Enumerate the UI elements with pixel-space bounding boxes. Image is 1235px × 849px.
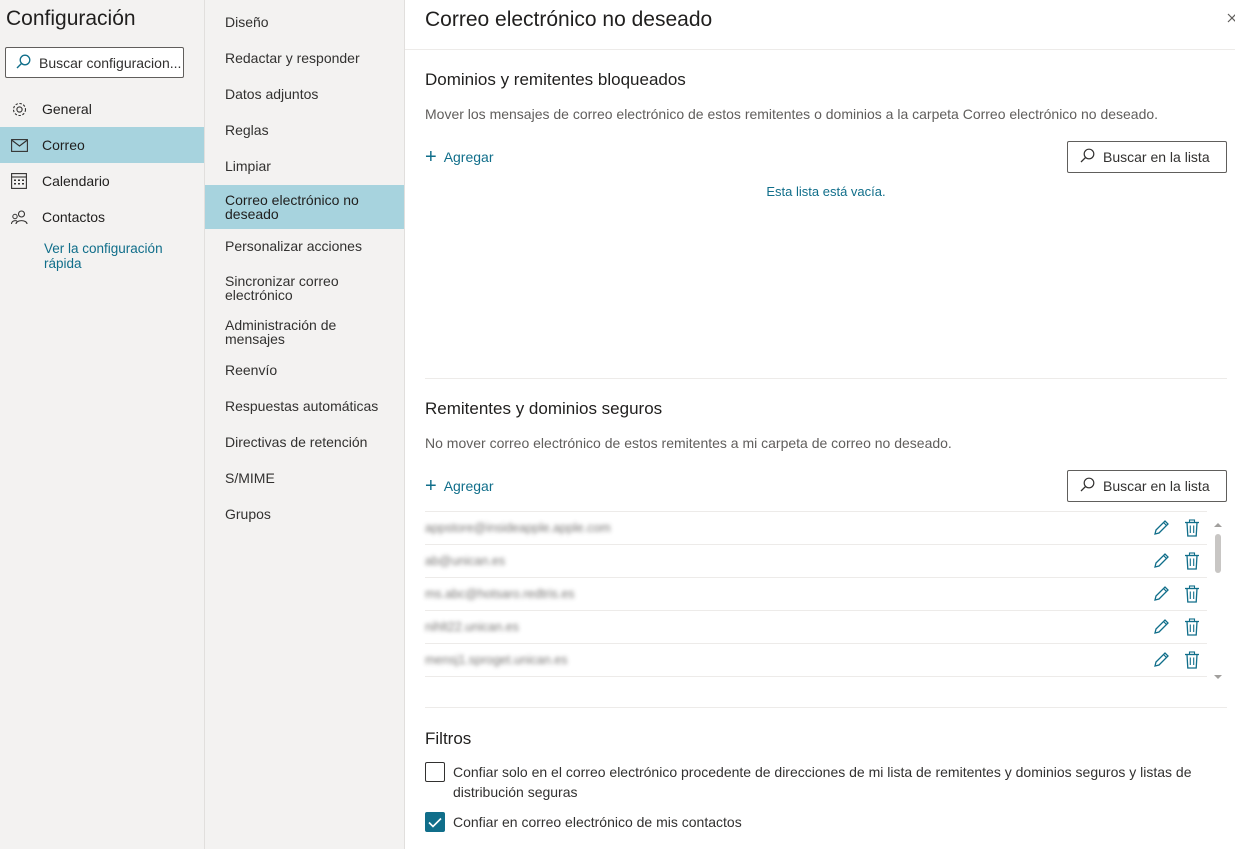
sender-address: nihlt22.unican.es xyxy=(425,620,519,634)
settings-search-input[interactable]: Buscar configuracion... xyxy=(5,47,184,78)
blocked-section-title: Dominios y remitentes bloqueados xyxy=(425,70,686,89)
section-divider xyxy=(425,378,1227,379)
category-general[interactable]: General xyxy=(0,91,204,127)
section-divider xyxy=(425,707,1227,708)
trash-icon[interactable] xyxy=(1184,585,1200,603)
category-label: Calendario xyxy=(42,173,110,189)
safe-section-title: Remitentes y dominios seguros xyxy=(425,399,663,418)
safe-add-button[interactable]: + Agregar xyxy=(425,475,494,497)
edit-icon[interactable] xyxy=(1152,585,1170,603)
safe-sender-row: appstore@insideapple.apple.com xyxy=(425,512,1207,545)
safe-sender-row: ms.abc@hotsaro.redtris.es xyxy=(425,578,1207,611)
close-icon[interactable] xyxy=(1221,10,1235,26)
sender-address: mensj1.sproget.unican.es xyxy=(425,653,568,667)
scroll-up-icon[interactable] xyxy=(1213,516,1223,527)
trash-icon[interactable] xyxy=(1184,618,1200,636)
checkmark-icon xyxy=(428,817,442,828)
header-divider xyxy=(405,49,1235,50)
safe-sender-row: ab@unican.es xyxy=(425,545,1207,578)
empty-list-message: Esta lista está vacía. xyxy=(766,184,886,199)
add-label: Agregar xyxy=(443,149,494,165)
safe-search-button[interactable]: Buscar en la lista xyxy=(1067,470,1227,502)
quick-settings-link[interactable]: Ver la configuración rápida xyxy=(44,241,194,271)
submenu-item-junk-email[interactable]: Correo electrónico no deseado xyxy=(205,185,404,229)
submenu-item-auto-replies[interactable]: Respuestas automáticas xyxy=(205,392,404,421)
blocked-search-button[interactable]: Buscar en la lista xyxy=(1067,141,1227,173)
checkbox-checked[interactable] xyxy=(425,812,445,832)
edit-icon[interactable] xyxy=(1152,552,1170,570)
safe-sender-row: mensj1.sproget.unican.es xyxy=(425,644,1207,677)
checkbox-label: Confiar en correo electrónico de mis con… xyxy=(453,814,742,830)
category-label: Contactos xyxy=(42,209,106,225)
checkbox-label: Confiar solo en el correo electrónico pr… xyxy=(453,764,1192,800)
category-label: Correo xyxy=(42,137,85,153)
search-icon xyxy=(1080,148,1095,166)
submenu-item-sweep[interactable]: Limpiar xyxy=(205,152,404,181)
trash-icon[interactable] xyxy=(1184,651,1200,669)
mail-icon xyxy=(10,136,28,154)
category-mail[interactable]: Correo xyxy=(0,127,204,163)
submenu-item-groups[interactable]: Grupos xyxy=(205,500,404,529)
search-placeholder: Buscar configuracion... xyxy=(39,54,182,71)
scrollbar-thumb[interactable] xyxy=(1215,534,1221,573)
panel-title: Correo electrónico no deseado xyxy=(425,8,713,31)
filter-option-safe-lists: Confiar solo en el correo electrónico pr… xyxy=(425,762,1213,802)
settings-sidebar: Configuración Buscar configuracion... Ge… xyxy=(0,0,205,849)
gear-icon xyxy=(10,100,28,118)
people-icon xyxy=(10,208,28,226)
category-contacts[interactable]: Contactos xyxy=(0,199,204,235)
search-icon xyxy=(16,54,31,72)
trash-icon[interactable] xyxy=(1184,519,1200,537)
submenu-item-retention[interactable]: Directivas de retención xyxy=(205,428,404,457)
add-label: Agregar xyxy=(443,478,494,494)
submenu-item-rules[interactable]: Reglas xyxy=(205,116,404,145)
search-icon xyxy=(1080,477,1095,495)
settings-title: Configuración xyxy=(6,7,136,30)
mail-submenu: Diseño Redactar y responder Datos adjunt… xyxy=(205,0,405,849)
sender-address: ab@unican.es xyxy=(425,554,506,568)
safe-sender-row: nihlt22.unican.es xyxy=(425,611,1207,644)
submenu-item-message-handling[interactable]: Administración de mensajes xyxy=(205,310,404,354)
edit-icon[interactable] xyxy=(1152,618,1170,636)
filters-title: Filtros xyxy=(425,729,472,748)
search-label: Buscar en la lista xyxy=(1103,478,1210,494)
sender-address: appstore@insideapple.apple.com xyxy=(425,521,611,535)
submenu-item-attachments[interactable]: Datos adjuntos xyxy=(205,80,404,109)
submenu-item-customize-actions[interactable]: Personalizar acciones xyxy=(205,232,404,261)
calendar-icon xyxy=(10,172,28,190)
submenu-item-layout[interactable]: Diseño xyxy=(205,8,404,37)
safe-list-scrollbar[interactable] xyxy=(1210,512,1226,680)
trash-icon[interactable] xyxy=(1184,552,1200,570)
junk-email-panel: Correo electrónico no deseado Dominios y… xyxy=(405,0,1235,849)
submenu-item-forwarding[interactable]: Reenvío xyxy=(205,356,404,385)
filter-option-contacts: Confiar en correo electrónico de mis con… xyxy=(425,812,1213,832)
submenu-item-sync-email[interactable]: Sincronizar correo electrónico xyxy=(205,266,404,310)
blocked-description: Mover los mensajes de correo electrónico… xyxy=(425,106,1159,122)
blocked-add-button[interactable]: + Agregar xyxy=(425,146,494,168)
plus-icon: + xyxy=(425,475,437,497)
submenu-item-compose[interactable]: Redactar y responder xyxy=(205,44,404,73)
submenu-item-smime[interactable]: S/MIME xyxy=(205,464,404,493)
category-label: General xyxy=(42,101,92,117)
category-calendar[interactable]: Calendario xyxy=(0,163,204,199)
safe-description: No mover correo electrónico de estos rem… xyxy=(425,435,952,451)
checkbox[interactable] xyxy=(425,762,445,782)
scroll-down-icon[interactable] xyxy=(1213,668,1223,679)
edit-icon[interactable] xyxy=(1152,519,1170,537)
search-label: Buscar en la lista xyxy=(1103,149,1210,165)
sender-address: ms.abc@hotsaro.redtris.es xyxy=(425,587,575,601)
plus-icon: + xyxy=(425,146,437,168)
edit-icon[interactable] xyxy=(1152,651,1170,669)
